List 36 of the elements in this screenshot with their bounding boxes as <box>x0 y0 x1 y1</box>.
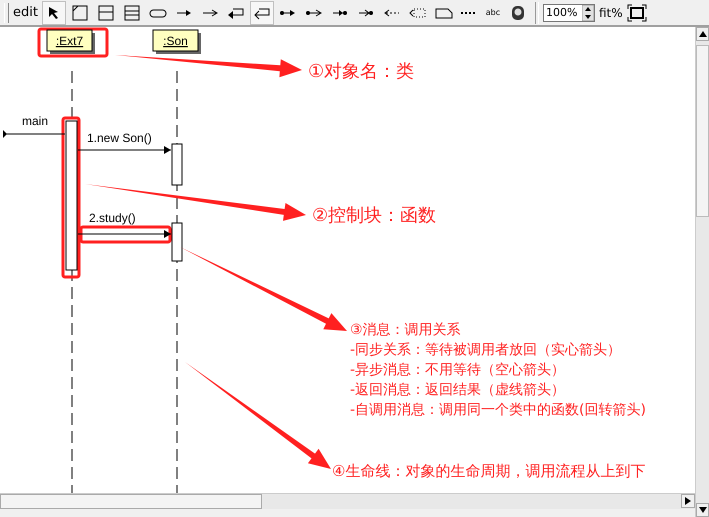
fit-label: fit% <box>598 6 623 20</box>
spinner-icon[interactable] <box>582 4 594 20</box>
activation-bar <box>172 222 182 262</box>
activation-bar <box>172 144 182 186</box>
highlight-frame <box>38 28 108 58</box>
vertical-scrollbar[interactable] <box>695 27 709 517</box>
down-arrow-icon[interactable] <box>698 507 706 513</box>
annotation-text: -同步关系：等待被调用者放回（实心箭头） <box>350 342 622 358</box>
zoom-field[interactable]: 100% <box>542 4 595 22</box>
annotation-text: ③消息：调用关系 <box>350 322 461 338</box>
message-label: 2.study() <box>89 211 136 225</box>
fit-icon[interactable] <box>626 4 647 22</box>
toolbar-label: edit <box>13 5 38 20</box>
dashed-line-icon <box>460 12 477 14</box>
right-arrow-icon[interactable] <box>685 497 691 505</box>
tool-button[interactable] <box>250 0 274 24</box>
message-arrow[interactable] <box>78 146 172 154</box>
message-arrow[interactable] <box>2 130 66 138</box>
object-box[interactable]: :Ext7 <box>46 30 95 54</box>
message-arrow[interactable] <box>78 230 172 238</box>
text-tool[interactable]: abc <box>482 0 504 24</box>
box-icon <box>70 4 89 20</box>
horizontal-scrollbar[interactable] <box>0 493 695 509</box>
tool-button[interactable] <box>42 0 66 24</box>
annotation-text: -异步消息：不用等待（空心箭头） <box>350 362 566 378</box>
table-icon <box>122 4 141 20</box>
annotation-text: ④生命线：对象的生命周期，调用流程从上到下 <box>332 462 646 480</box>
message-label: 1.new Son() <box>87 131 152 145</box>
annotation-text: -自调用消息：调用同一个类中的函数(回转箭头) <box>350 402 646 418</box>
table-icon <box>96 4 115 20</box>
annotation-text: ②控制块：函数 <box>312 205 436 226</box>
annotation-text: -返回消息：返回结果（虚线箭头） <box>350 382 566 398</box>
object-box[interactable]: :Son <box>152 30 201 54</box>
annotation-text: ①对象名：类 <box>308 61 414 82</box>
message-label: main <box>22 114 48 128</box>
up-arrow-icon[interactable] <box>698 31 706 37</box>
